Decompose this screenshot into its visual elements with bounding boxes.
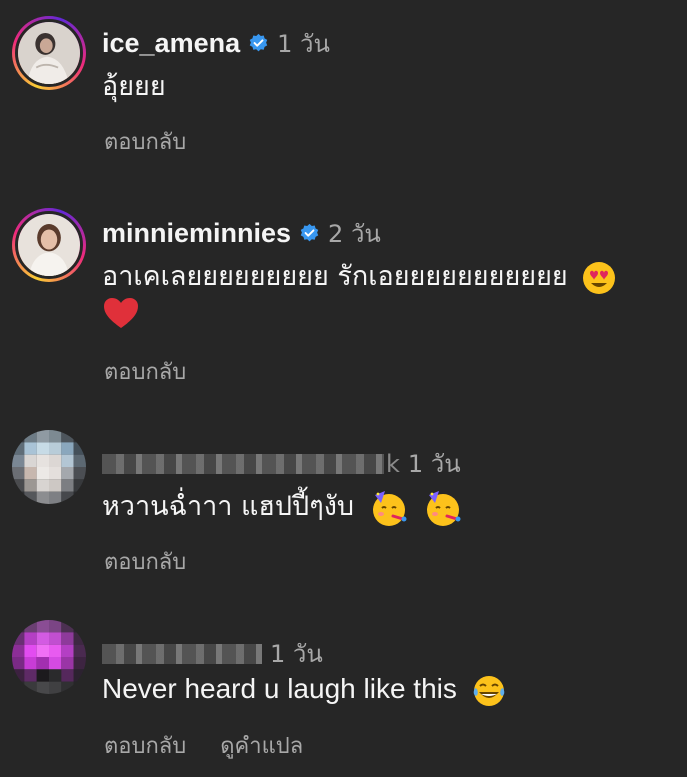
avatar[interactable]	[12, 16, 86, 90]
avatar[interactable]	[12, 430, 86, 504]
comment-actions: ตอบกลับ	[104, 124, 186, 159]
tears-of-joy-emoji	[473, 675, 504, 706]
avatar-image	[15, 19, 83, 87]
comment-actions: ตอบกลับ	[104, 354, 186, 389]
comment-text-line: Never heard u laugh like this	[102, 668, 507, 710]
comment-header: ice_amena 1 วัน	[102, 24, 330, 63]
verified-badge-icon	[249, 33, 268, 52]
comment-time: 1 วัน	[277, 30, 330, 58]
comment-text-line	[102, 296, 140, 343]
blurred-username[interactable]	[102, 643, 262, 664]
comment-header: minnieminnies 2 วัน	[102, 214, 381, 253]
comment-actions: ตอบกลับ ดูคำแปล	[104, 728, 303, 763]
comment-text: หวานฉ่ำาา แฮปปี้ๆงับ	[102, 491, 355, 522]
avatar-image	[15, 211, 83, 279]
avatar-photo-icon	[18, 22, 80, 84]
avatar[interactable]	[12, 208, 86, 282]
reply-button[interactable]: ตอบกลับ	[104, 124, 186, 159]
red-heart-emoji	[104, 298, 138, 328]
heart-eyes-emoji	[583, 261, 616, 294]
avatar-photo-icon	[18, 214, 80, 276]
comment-header: k 1 วัน	[102, 444, 461, 483]
comment-text-line: อาเคเลยยยยยยยยย รักเอยยยยยยยยยยย	[102, 256, 616, 298]
partying-face-emoji	[372, 490, 407, 526]
username[interactable]: minnieminnies	[102, 218, 291, 249]
partying-face-emoji	[427, 490, 461, 526]
reply-button[interactable]: ตอบกลับ	[104, 544, 186, 579]
comment-text: อาเคเลยยยยยยยยย รักเอยยยยยยยยยยย	[102, 261, 568, 292]
reply-button[interactable]: ตอบกลับ	[104, 728, 186, 763]
comment-text-line: หวานฉ่ำาา แฮปปี้ๆงับ	[102, 486, 463, 528]
username-suffix: k	[386, 449, 400, 478]
pixelated-avatar-icon	[12, 620, 86, 694]
translate-button[interactable]: ดูคำแปล	[220, 728, 303, 763]
comment-time: 1 วัน	[407, 450, 461, 478]
comment-text: อุ้ยยย	[102, 71, 166, 102]
blurred-username[interactable]	[102, 453, 384, 474]
username[interactable]: ice_amena	[102, 28, 240, 59]
verified-badge-icon	[300, 223, 319, 242]
comment-actions: ตอบกลับ	[104, 544, 186, 579]
comment-text: Never heard u laugh like this	[102, 673, 457, 704]
pixelated-avatar-icon	[12, 430, 86, 504]
reply-button[interactable]: ตอบกลับ	[104, 354, 186, 389]
avatar[interactable]	[12, 620, 86, 694]
comment-time: 2 วัน	[328, 220, 381, 248]
